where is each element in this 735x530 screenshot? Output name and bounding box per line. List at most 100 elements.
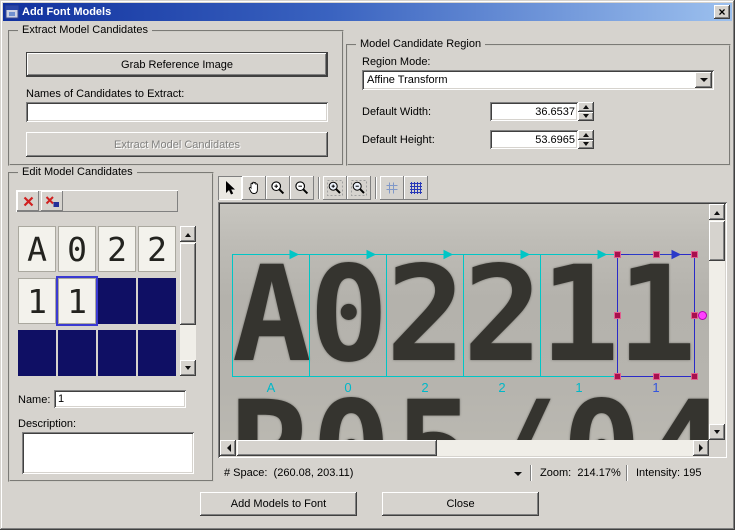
default-width-spin-down[interactable]: [578, 111, 594, 121]
delete-candidate-button[interactable]: [17, 191, 39, 211]
zoom-region-in-button[interactable]: [323, 176, 347, 200]
description-label: Description:: [18, 418, 77, 430]
magnifier-plus-icon: [271, 181, 285, 195]
name-input[interactable]: [54, 390, 186, 408]
candidate-cell[interactable]: A: [18, 226, 56, 272]
resize-handle-n[interactable]: [653, 251, 660, 258]
edit-group: Edit Model Candidates A 0 2 2 1 1 Name: …: [8, 166, 214, 482]
default-height-input[interactable]: [490, 130, 578, 149]
grid-toggle-button[interactable]: [380, 176, 404, 200]
resize-handle-w[interactable]: [614, 312, 621, 319]
scrollbar-thumb[interactable]: [237, 440, 437, 456]
resize-handle-ne[interactable]: [691, 251, 698, 258]
intensity-status: Intensity: 195: [636, 462, 701, 484]
default-width-input[interactable]: [490, 102, 578, 121]
candidate-cell-empty: [18, 330, 56, 376]
resize-handle-se[interactable]: [691, 373, 698, 380]
fine-grid-toggle-button[interactable]: [404, 176, 428, 200]
space-dropdown-button[interactable]: [510, 466, 525, 481]
app-icon[interactable]: [5, 5, 19, 19]
candidate-cell-empty: [98, 330, 136, 376]
region-mode-dropdown-button[interactable]: [695, 72, 712, 88]
scroll-up-icon: [714, 208, 720, 215]
scroll-left-button[interactable]: [220, 440, 236, 456]
chevron-down-icon: [513, 471, 522, 480]
toolbar-separator: [318, 177, 319, 199]
resize-handle-nw[interactable]: [614, 251, 621, 258]
scrollbar-thumb[interactable]: [709, 221, 725, 261]
zoom-in-button[interactable]: [266, 176, 290, 200]
close-button[interactable]: ×: [714, 5, 730, 19]
title-bar[interactable]: Add Font Models ×: [3, 3, 732, 21]
extract-model-candidates-button: Extract Model Candidates: [26, 132, 328, 157]
scroll-down-button[interactable]: [180, 360, 196, 376]
dialog-window: Add Font Models × Extract Model Candidat…: [0, 0, 735, 530]
region-label: 2: [498, 380, 506, 395]
names-input[interactable]: [26, 102, 328, 122]
region-label-selected: 1: [652, 380, 660, 395]
candidate-cell[interactable]: 2: [138, 226, 176, 272]
candidate-cell[interactable]: 1: [18, 278, 56, 324]
space-label: # Space:: [224, 467, 268, 479]
toolbar-separator: [375, 177, 376, 199]
magnifier-plus-region-icon: [327, 180, 343, 196]
viewer-horizontal-scrollbar[interactable]: [220, 440, 709, 456]
scrollbar-thumb[interactable]: [180, 243, 196, 325]
default-height-spin-down[interactable]: [578, 139, 594, 149]
model-region-box[interactable]: [232, 254, 310, 377]
grid-icon: [386, 182, 398, 194]
candidate-cell[interactable]: 2: [98, 226, 136, 272]
zoom-out-button[interactable]: [290, 176, 314, 200]
extract-group-title: Extract Model Candidates: [18, 24, 152, 36]
scroll-down-button[interactable]: [709, 424, 725, 440]
model-region-box[interactable]: [309, 254, 387, 377]
candidate-cell-selected[interactable]: 1: [56, 276, 98, 326]
description-field: [22, 432, 194, 474]
region-label: 1: [575, 380, 583, 395]
viewer-status-bar: # Space: (260.08, 203.11) Zoom: 214.17% …: [218, 462, 727, 484]
region-group-title: Model Candidate Region: [356, 38, 486, 50]
zoom-region-out-button[interactable]: [347, 176, 371, 200]
scroll-up-button[interactable]: [180, 226, 196, 242]
resize-handle-s[interactable]: [653, 373, 660, 380]
description-input[interactable]: [22, 432, 194, 474]
resize-handle-sw[interactable]: [614, 373, 621, 380]
add-models-to-font-button[interactable]: Add Models to Font: [200, 492, 357, 516]
scroll-left-icon: [223, 444, 231, 452]
scroll-up-button[interactable]: [709, 204, 725, 220]
grab-reference-image-button[interactable]: Grab Reference Image: [26, 52, 328, 77]
resize-handle-e[interactable]: [691, 312, 698, 319]
model-region-box[interactable]: [386, 254, 464, 377]
default-width-spin-up[interactable]: [578, 102, 594, 112]
candidate-grid-scrollbar[interactable]: [180, 226, 196, 376]
magnifier-minus-icon: [295, 181, 309, 195]
spin-up-icon: [583, 102, 589, 110]
close-dialog-button[interactable]: Close: [382, 492, 539, 516]
reference-image-canvas[interactable]: A 0 2 2 1 1 P05/04: [220, 204, 709, 440]
scroll-right-button[interactable]: [693, 440, 709, 456]
default-height-spin-up[interactable]: [578, 130, 594, 140]
scroll-down-icon: [185, 365, 191, 373]
candidate-cell-empty: [98, 278, 136, 324]
extract-group: Extract Model Candidates Grab Reference …: [8, 24, 344, 166]
model-region-box[interactable]: [540, 254, 618, 377]
model-region-box[interactable]: [463, 254, 541, 377]
space-status: # Space: (260.08, 203.11): [224, 462, 353, 484]
default-width-label: Default Width:: [362, 106, 432, 118]
scroll-up-icon: [185, 230, 191, 237]
region-mode-select[interactable]: Affine Transform: [362, 70, 714, 90]
edit-toolbar: [16, 190, 178, 212]
zoom-status: Zoom: 214.17%: [540, 462, 621, 484]
scrollbar-corner: [709, 440, 725, 456]
candidate-cell[interactable]: 0: [58, 226, 96, 272]
viewer-vertical-scrollbar[interactable]: [709, 204, 725, 440]
rotate-handle[interactable]: [698, 311, 707, 320]
select-tool-button[interactable]: [218, 176, 242, 200]
pan-tool-button[interactable]: [242, 176, 266, 200]
name-input-field: [54, 390, 186, 408]
image-viewer: A 0 2 2 1 1 P05/04: [218, 202, 727, 458]
scroll-right-icon: [698, 444, 707, 452]
magnifier-minus-region-icon: [351, 180, 367, 196]
model-region-box-selected[interactable]: [617, 254, 695, 377]
delete-all-candidates-button[interactable]: [41, 191, 63, 211]
